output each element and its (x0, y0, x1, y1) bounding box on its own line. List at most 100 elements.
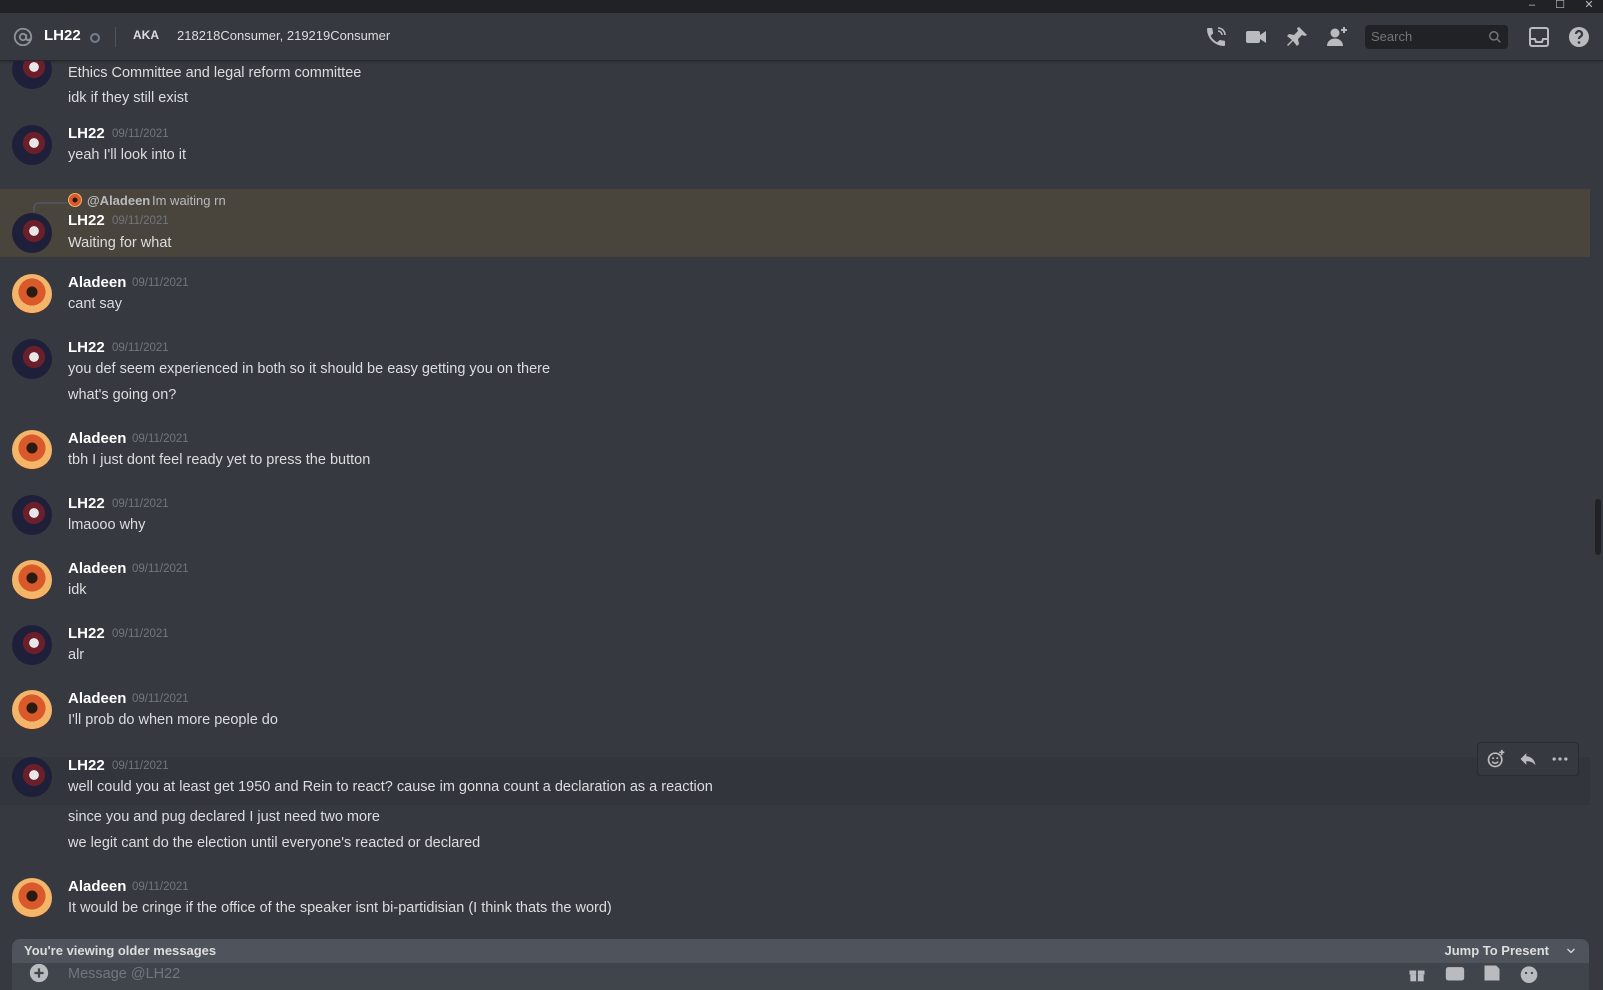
message-author[interactable]: Aladeen (68, 430, 126, 447)
message-group: LH22 09/11/2021 alr (0, 623, 1590, 673)
message-timestamp: 09/11/2021 (112, 760, 169, 772)
minimize-button[interactable]: – (1518, 0, 1546, 13)
avatar[interactable] (12, 125, 52, 165)
reply-avatar (68, 193, 82, 207)
gift-icon[interactable] (1406, 963, 1428, 983)
search-placeholder: Search (1371, 29, 1413, 44)
message-text: alr (68, 647, 85, 663)
header-divider (115, 27, 116, 47)
older-messages-bar: You're viewing older messages Jump To Pr… (12, 939, 1589, 963)
avatar[interactable] (12, 625, 52, 665)
reply-mention[interactable]: @Aladeen (87, 193, 150, 208)
reply-icon[interactable] (1518, 749, 1538, 769)
phone-call-icon[interactable] (1204, 25, 1228, 49)
message-group-mention: @Aladeen Im waiting rn LH22 09/11/2021 W… (0, 189, 1590, 257)
emoji-icon[interactable] (1518, 963, 1540, 983)
reply-connector (33, 202, 67, 212)
pin-icon[interactable] (1285, 25, 1309, 49)
message-text: since you and pug declared I just need t… (68, 809, 380, 825)
message-timestamp: 09/11/2021 (132, 433, 189, 445)
message-author[interactable]: LH22 (68, 495, 105, 512)
scrollbar[interactable] (1591, 61, 1603, 934)
message-timestamp: 09/11/2021 (132, 563, 189, 575)
message-timestamp: 09/11/2021 (112, 498, 169, 510)
avatar[interactable] (12, 757, 52, 797)
message-author[interactable]: LH22 (68, 339, 105, 356)
message-timestamp: 09/11/2021 (112, 628, 169, 640)
reply-preview-text[interactable]: Im waiting rn (152, 193, 226, 208)
maximize-button[interactable]: ☐ (1546, 0, 1574, 13)
avatar[interactable] (12, 690, 52, 730)
message-text: Ethics Committee and legal reform commit… (68, 65, 362, 81)
message-group: Ethics Committee and legal reform commit… (0, 61, 1590, 111)
message-author[interactable]: Aladeen (68, 560, 126, 577)
help-icon[interactable] (1567, 25, 1591, 49)
message-text: you def seem experienced in both so it s… (68, 361, 551, 377)
gif-icon[interactable] (1444, 963, 1466, 983)
avatar[interactable] (12, 878, 52, 918)
upload-plus-icon[interactable] (28, 962, 50, 984)
message-text: yeah I'll look into it (68, 147, 187, 163)
inbox-icon[interactable] (1527, 25, 1551, 49)
message-input[interactable]: Message @LH22 (68, 966, 180, 982)
avatar[interactable] (12, 339, 52, 379)
message-group: Aladeen 09/11/2021 It would be cringe if… (0, 876, 1590, 926)
message-group: Aladeen 09/11/2021 cant say (0, 272, 1590, 322)
message-timestamp: 09/11/2021 (112, 215, 169, 227)
aka-names: 218218Consumer, 219219Consumer (177, 28, 391, 43)
search-input[interactable]: Search (1365, 25, 1508, 49)
scrollbar-thumb[interactable] (1595, 499, 1601, 555)
jump-to-present-button[interactable]: Jump To Present (1444, 943, 1549, 958)
avatar[interactable] (12, 430, 52, 470)
message-author[interactable]: Aladeen (68, 690, 126, 707)
message-text: well could you at least get 1950 and Rei… (68, 779, 713, 795)
avatar[interactable] (12, 61, 52, 89)
message-group: LH22 09/11/2021 yeah I'll look into it (0, 123, 1590, 183)
message-text: Waiting for what (68, 235, 172, 251)
avatar[interactable] (12, 495, 52, 535)
message-timestamp: 09/11/2021 (132, 693, 189, 705)
older-messages-text: You're viewing older messages (24, 943, 217, 958)
add-reaction-icon[interactable] (1486, 749, 1506, 769)
at-sign-icon (13, 27, 33, 47)
message-text: lmaooo why (68, 517, 146, 533)
aka-label: AKA (133, 28, 159, 42)
message-timestamp: 09/11/2021 (132, 277, 189, 289)
add-friend-icon[interactable] (1325, 25, 1349, 49)
sticker-icon[interactable] (1481, 963, 1503, 983)
message-actions-toolbar (1477, 742, 1579, 776)
message-text: idk (68, 582, 87, 598)
message-list: Ethics Committee and legal reform commit… (0, 61, 1590, 934)
avatar[interactable] (12, 274, 52, 314)
message-group: LH22 09/11/2021 you def seem experienced… (0, 337, 1590, 411)
message-author[interactable]: LH22 (68, 212, 105, 229)
offline-status-icon (90, 33, 100, 43)
chevron-down-icon[interactable] (1565, 945, 1577, 957)
channel-user-name[interactable]: LH22 (44, 27, 81, 44)
message-author[interactable]: LH22 (68, 757, 105, 774)
message-continuation: since you and pug declared I just need t… (0, 805, 1590, 861)
avatar[interactable] (12, 213, 52, 253)
message-author[interactable]: Aladeen (68, 878, 126, 895)
search-icon (1489, 31, 1501, 43)
message-timestamp: 09/11/2021 (132, 881, 189, 893)
message-text: we legit cant do the election until ever… (68, 835, 481, 851)
avatar[interactable] (12, 560, 52, 600)
channel-header: LH22 AKA 218218Consumer, 219219Consumer … (0, 13, 1603, 61)
message-text: cant say (68, 296, 122, 312)
more-options-icon[interactable] (1550, 749, 1570, 769)
close-window-button[interactable]: ✕ (1575, 0, 1603, 13)
message-text: I'll prob do when more people do (68, 712, 278, 728)
message-author[interactable]: LH22 (68, 625, 105, 642)
message-timestamp: 09/11/2021 (112, 342, 169, 354)
message-author[interactable]: Aladeen (68, 274, 126, 291)
video-call-icon[interactable] (1244, 25, 1268, 49)
message-group: Aladeen 09/11/2021 I'll prob do when mor… (0, 688, 1590, 738)
message-text: idk if they still exist (68, 90, 189, 106)
message-composer: Message @LH22 (12, 963, 1589, 990)
message-group-hovered[interactable]: LH22 09/11/2021 well could you at least … (0, 757, 1590, 805)
message-text: what's going on? (68, 387, 177, 403)
message-group: Aladeen 09/11/2021 idk (0, 558, 1590, 608)
message-author[interactable]: LH22 (68, 125, 105, 142)
message-timestamp: 09/11/2021 (112, 128, 169, 140)
